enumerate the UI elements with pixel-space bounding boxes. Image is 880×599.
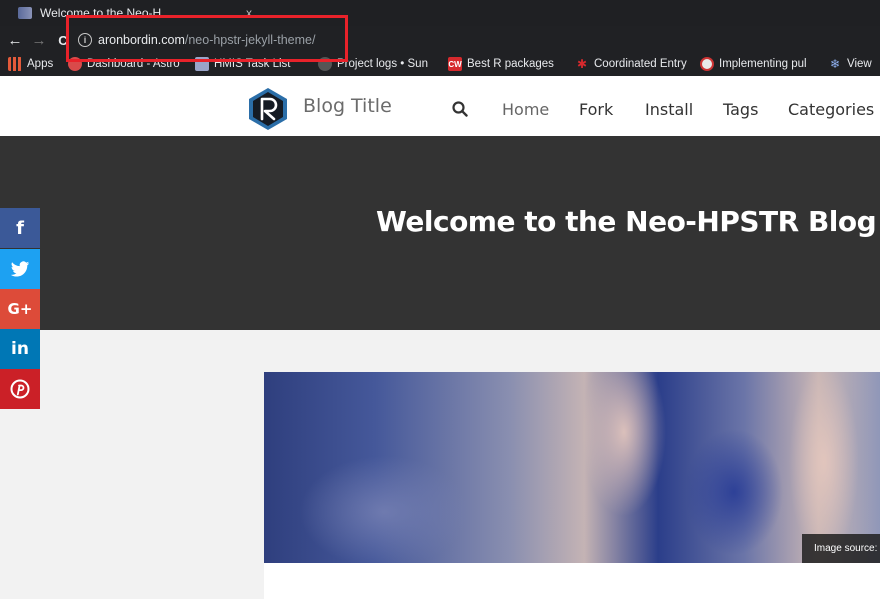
site-logo-icon[interactable] [245, 86, 291, 132]
apps-grid-icon [8, 57, 22, 71]
hero-title: Welcome to the Neo-HPSTR Blog [376, 205, 877, 238]
facebook-icon: f [16, 217, 24, 239]
bookmark-implementing[interactable]: Implementing pul [700, 57, 818, 71]
bookmark-apps[interactable]: Apps [8, 57, 64, 71]
google-plus-icon: G+ [7, 300, 33, 318]
search-icon[interactable] [452, 101, 468, 117]
url-highlight-annotation [66, 15, 348, 62]
bookmark-label: Coordinated Entry [594, 58, 687, 70]
snowflake-icon: ❄ [829, 57, 841, 71]
facebook-share-button[interactable]: f [0, 208, 40, 248]
bookmark-coordinated-entry[interactable]: ✱ Coordinated Entry [575, 57, 691, 71]
back-button[interactable]: ← [4, 29, 26, 51]
twitter-icon [10, 260, 30, 277]
post-content-card [264, 563, 880, 599]
blog-title[interactable]: Blog Title [303, 95, 392, 117]
bookmark-label: Project logs • Sun [337, 58, 428, 70]
linkedin-icon: in [11, 339, 29, 359]
bookmark-label: Best R packages [467, 58, 554, 70]
linkedin-share-button[interactable]: in [0, 329, 40, 369]
cw-icon: CW [448, 57, 462, 71]
nav-fork[interactable]: Fork [579, 100, 613, 119]
nav-tags[interactable]: Tags [723, 100, 758, 119]
google-plus-share-button[interactable]: G+ [0, 289, 40, 329]
twitter-share-button[interactable] [0, 249, 40, 289]
feature-image [264, 372, 880, 563]
nav-categories[interactable]: Categories [788, 100, 874, 119]
circle-logo-icon [700, 57, 714, 71]
nav-install[interactable]: Install [645, 100, 693, 119]
page-favicon-icon [18, 7, 32, 19]
pinterest-icon [10, 379, 30, 399]
pinterest-share-button[interactable] [0, 369, 40, 409]
bookmark-label: Apps [27, 58, 54, 70]
image-source-caption: Image source: c [802, 534, 880, 563]
bookmark-best-r-packages[interactable]: CW Best R packages [448, 57, 564, 71]
bookmark-label: Implementing pul [719, 58, 807, 70]
spider-icon: ✱ [576, 57, 588, 71]
bookmark-label: View [847, 58, 872, 70]
forward-button[interactable]: → [28, 29, 50, 51]
nav-home[interactable]: Home [502, 100, 549, 119]
bookmark-view[interactable]: ❄ View [828, 57, 880, 71]
